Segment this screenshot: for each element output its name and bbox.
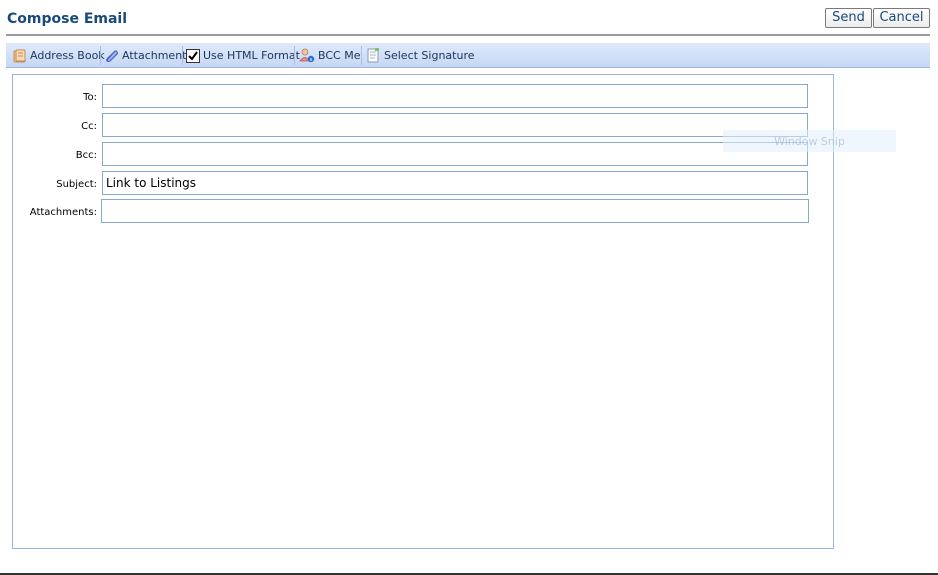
cancel-button[interactable]: Cancel (873, 8, 930, 28)
compose-form-panel: To: Cc: Bcc: Subject: Attachments: (12, 74, 834, 549)
address-book-icon (12, 49, 27, 63)
address-book-label: Address Book (30, 49, 105, 62)
window-title: Compose Email (7, 11, 128, 27)
bcc-field[interactable] (102, 142, 808, 166)
attachment-button[interactable]: Attachment (104, 43, 187, 68)
address-book-button[interactable]: Address Book (12, 43, 105, 68)
checkbox-checked-icon[interactable] (186, 48, 200, 63)
document-icon (366, 48, 381, 63)
attachments-field[interactable] (101, 199, 809, 223)
to-field[interactable] (102, 84, 808, 108)
attachments-label: Attachments: (29, 207, 97, 218)
attachment-label: Attachment (122, 49, 187, 62)
compose-email-window: Compose Email Send Cancel Address Book A… (0, 0, 938, 575)
to-label: To: (83, 92, 97, 103)
window-snip-overlay: Window Snip (723, 130, 896, 152)
toolbar-separator (294, 46, 295, 65)
title-divider (6, 34, 930, 36)
bcc-me-button[interactable]: BCC Me (299, 43, 360, 68)
use-html-format-label: Use HTML Format (203, 49, 300, 62)
toolbar-separator (361, 46, 362, 65)
bcc-me-label: BCC Me (318, 49, 361, 62)
subject-label: Subject: (56, 179, 97, 190)
cc-field[interactable] (102, 113, 808, 137)
bcc-label: Bcc: (75, 150, 97, 161)
select-signature-label: Select Signature (384, 49, 475, 62)
select-signature-button[interactable]: Select Signature (366, 43, 475, 68)
subject-field[interactable] (102, 171, 808, 195)
send-button[interactable]: Send (825, 8, 872, 28)
use-html-format-toggle[interactable]: Use HTML Format (186, 43, 300, 68)
cc-label: Cc: (81, 121, 97, 132)
toolbar-separator (182, 46, 183, 65)
toolbar-separator (100, 46, 101, 65)
user-info-icon (299, 48, 315, 63)
attachment-icon (104, 49, 119, 63)
compose-toolbar: Address Book Attachment Use HTML Format (6, 43, 930, 68)
